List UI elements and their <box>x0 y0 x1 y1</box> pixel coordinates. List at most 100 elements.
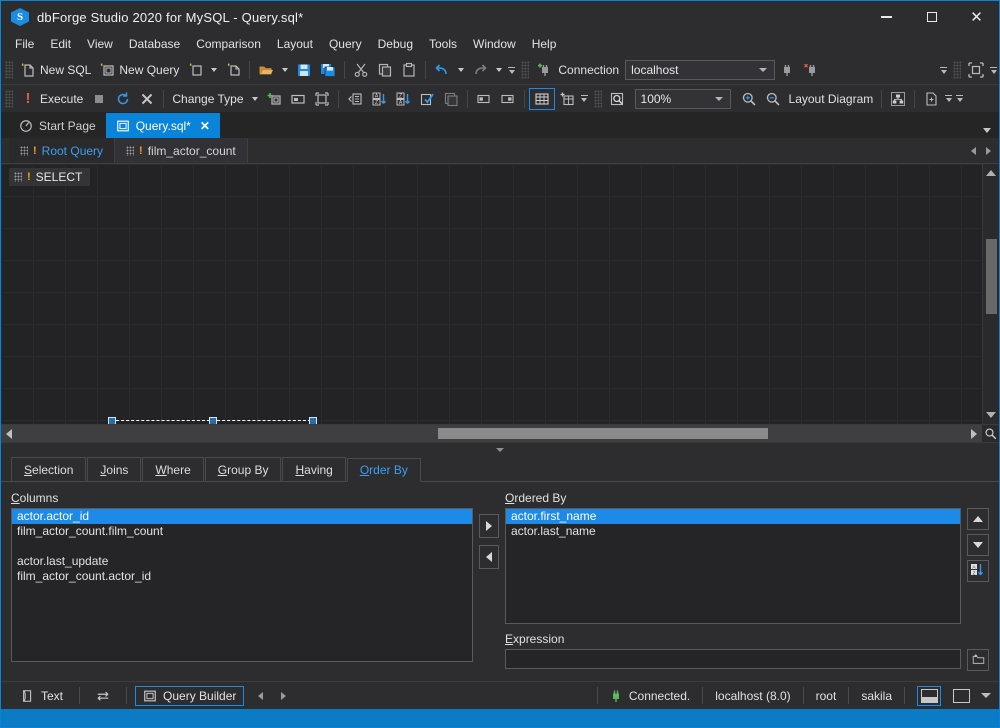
list-item[interactable]: film_actor_count.actor_id <box>12 569 472 584</box>
resize-handle-nw[interactable] <box>108 417 116 424</box>
copy-query-button[interactable] <box>439 88 463 110</box>
scroll-up-icon[interactable] <box>986 170 996 176</box>
toolbar-overflow-1[interactable] <box>506 60 517 80</box>
copy-button[interactable] <box>373 59 397 81</box>
open-file-button[interactable] <box>254 59 278 81</box>
panel-splitter[interactable] <box>1 442 999 456</box>
menu-file[interactable]: File <box>7 34 42 55</box>
sort-ascending-button[interactable]: A Z <box>367 88 391 110</box>
list-item[interactable] <box>12 539 472 554</box>
undo-button[interactable] <box>430 59 454 81</box>
zoom-in-button[interactable] <box>737 88 761 110</box>
toggle-sort-direction-button[interactable]: A Z <box>967 560 989 582</box>
tab-selection[interactable]: Selection <box>11 457 87 481</box>
toolbar-grip[interactable] <box>593 89 602 108</box>
save-button[interactable] <box>292 59 316 81</box>
zoom-combobox[interactable]: 100% <box>634 88 731 109</box>
grid-view-toggle[interactable] <box>528 87 555 110</box>
diagram-vertical-scrollbar[interactable] <box>982 164 999 424</box>
layout-diagram-button[interactable]: Layout Diagram <box>785 88 878 110</box>
execute-button[interactable]: ! Execute <box>16 88 87 110</box>
tab-where[interactable]: Where <box>142 457 204 481</box>
close-button[interactable]: ✕ <box>954 1 999 33</box>
list-item[interactable]: actor.actor_id <box>12 509 472 524</box>
toolbar-grip[interactable] <box>5 61 13 79</box>
delete-connection-button[interactable] <box>799 59 823 81</box>
ordered-by-listbox[interactable]: actor.first_name actor.last_name <box>505 508 961 624</box>
new-connection-button[interactable] <box>532 59 556 81</box>
minimize-button[interactable] <box>864 1 909 33</box>
scroll-tabs-right-icon[interactable] <box>986 146 991 155</box>
document-tabs-overflow-icon[interactable] <box>983 128 991 133</box>
menu-debug[interactable]: Debug <box>370 34 421 55</box>
new-grid-button[interactable] <box>555 88 579 110</box>
tab-having[interactable]: Having <box>282 457 346 481</box>
scroll-tabs-left-icon[interactable] <box>971 146 976 155</box>
list-item[interactable]: film_actor_count.film_count <box>12 524 472 539</box>
query-tab-film-actor-count[interactable]: ! film_actor_count <box>115 138 248 163</box>
tab-order-by[interactable]: Order By <box>346 458 421 482</box>
undo-dropdown[interactable] <box>458 68 465 72</box>
toolbar-overflow-6[interactable] <box>954 89 965 109</box>
menu-database[interactable]: Database <box>121 34 188 55</box>
columns-listbox[interactable]: actor.actor_id film_actor_count.film_cou… <box>11 508 473 662</box>
menu-query[interactable]: Query <box>321 34 370 55</box>
previous-result-button[interactable] <box>472 88 496 110</box>
sort-descending-button[interactable]: Z A <box>391 88 415 110</box>
toolbar-overflow-2[interactable] <box>938 60 949 80</box>
diagram-search-button[interactable] <box>982 425 999 442</box>
text-view-button[interactable]: Text <box>13 686 71 706</box>
toolbar-overflow-4[interactable] <box>579 89 590 109</box>
redo-dropdown[interactable] <box>496 68 503 72</box>
tab-group-by[interactable]: Group By <box>204 457 282 481</box>
diagram-tree-button[interactable] <box>886 88 910 110</box>
zoom-out-button[interactable] <box>761 88 785 110</box>
toolbar-overflow-5[interactable] <box>943 89 954 109</box>
toolbar-grip[interactable] <box>953 61 961 79</box>
add-view-button[interactable] <box>286 88 310 110</box>
list-item[interactable]: actor.last_name <box>506 524 960 539</box>
horizontal-scroll-thumb[interactable] <box>438 428 768 439</box>
change-type-button[interactable]: Change Type <box>168 88 247 110</box>
tab-start-page[interactable]: Start Page <box>9 113 106 138</box>
menu-edit[interactable]: Edit <box>42 34 79 55</box>
swap-view-button[interactable] <box>88 686 118 706</box>
toolbar-overflow-3[interactable] <box>988 60 999 80</box>
tab-query-sql[interactable]: Query.sql* ✕ <box>105 113 220 138</box>
new-sql-button[interactable]: New SQL <box>16 59 95 81</box>
expression-builder-button[interactable] <box>967 649 989 671</box>
refresh-button[interactable] <box>111 88 135 110</box>
move-up-button[interactable] <box>967 508 989 530</box>
validate-button[interactable] <box>415 88 439 110</box>
toolbar-grip[interactable] <box>521 61 530 79</box>
layout-single-button[interactable] <box>949 686 973 706</box>
page-setup-button[interactable] <box>919 88 943 110</box>
fit-diagram-button[interactable] <box>964 59 988 81</box>
list-item[interactable]: actor.first_name <box>506 509 960 524</box>
menu-tools[interactable]: Tools <box>421 34 465 55</box>
layout-split-button[interactable] <box>917 685 941 706</box>
connection-combobox[interactable]: localhost <box>625 60 776 80</box>
menu-layout[interactable]: Layout <box>269 34 321 55</box>
diagram-horizontal-scrollbar[interactable] <box>1 424 999 442</box>
edit-connection-button[interactable] <box>775 59 799 81</box>
toolbar-grip[interactable] <box>5 89 13 108</box>
resize-handle-n[interactable] <box>209 417 217 424</box>
menu-help[interactable]: Help <box>524 34 565 55</box>
expression-input[interactable] <box>505 649 961 669</box>
menu-window[interactable]: Window <box>465 34 524 55</box>
paste-button[interactable] <box>397 59 421 81</box>
query-diagram-canvas[interactable]: ! SELECT <box>1 164 982 424</box>
new-object-button[interactable] <box>183 59 207 81</box>
query-builder-button[interactable]: Query Builder <box>135 685 245 706</box>
menu-comparison[interactable]: Comparison <box>188 34 269 55</box>
tab-joins[interactable]: Joins <box>87 457 142 481</box>
add-to-ordered-button[interactable] <box>479 514 499 538</box>
stop-button[interactable] <box>87 88 111 110</box>
scroll-down-icon[interactable] <box>986 412 996 418</box>
maximize-button[interactable] <box>909 1 954 33</box>
menu-view[interactable]: View <box>79 34 121 55</box>
query-tab-root-query[interactable]: ! Root Query <box>9 138 116 163</box>
move-down-button[interactable] <box>967 534 989 556</box>
add-object-button[interactable] <box>262 88 286 110</box>
